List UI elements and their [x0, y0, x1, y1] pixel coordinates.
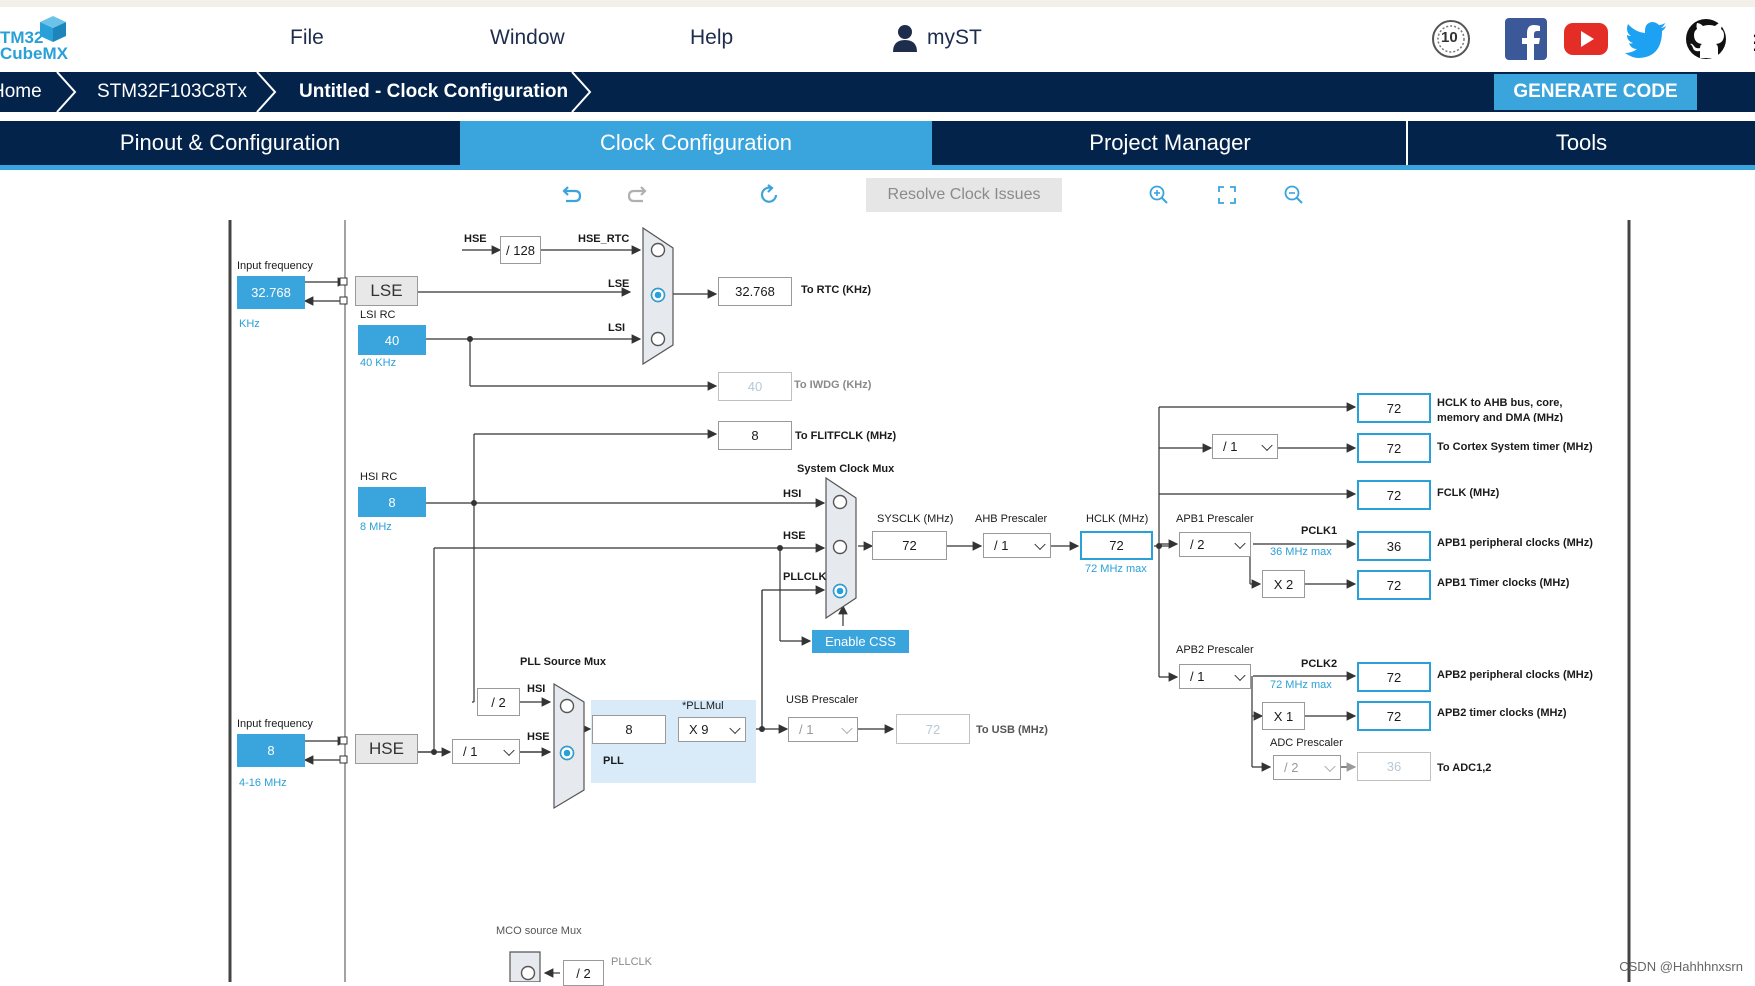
hse-input-label: Input frequency: [237, 718, 313, 730]
hclk-input[interactable]: 72: [1080, 531, 1153, 560]
lse-input-label: Input frequency: [237, 260, 313, 272]
hse-input-unit: 4-16 MHz: [239, 777, 287, 789]
flitf-output-label: To FLITFCLK (MHz): [795, 430, 897, 442]
pll-input-value: 8: [592, 715, 666, 744]
output-apb1-timer-label: APB1 Timer clocks (MHz): [1437, 577, 1570, 589]
rtc-output-label: To RTC (KHz): [801, 284, 872, 296]
mco-divider: / 2: [563, 960, 604, 986]
hsi-value: 8: [358, 487, 426, 517]
ahb-prescaler-select[interactable]: / 1: [983, 533, 1051, 558]
hsi-rc-label: HSI RC: [360, 471, 398, 483]
apb2-timer-multiplier: X 1: [1262, 702, 1305, 730]
output-apb2-timer-label: APB2 timer clocks (MHz): [1437, 707, 1567, 719]
pll-mux-hsi-label: HSI: [527, 683, 546, 695]
pclk2-max: 72 MHz max: [1270, 679, 1332, 691]
output-hclk-ahb-label: HCLK to AHB bus, core,: [1437, 397, 1563, 409]
output-hclk-ahb-label2: memory and DMA (MHz): [1437, 412, 1564, 422]
pll-mux-hse-label: HSE: [527, 731, 550, 743]
apb2-prescaler-value: / 1: [1190, 669, 1205, 684]
pll-source-mux-label: PLL Source Mux: [520, 656, 606, 668]
lsi-unit: 40 KHz: [360, 357, 397, 369]
sys-mux-hse-label: HSE: [783, 530, 806, 542]
apb1-prescaler-value: / 2: [1190, 537, 1205, 552]
output-cortex-timer-value[interactable]: 72: [1357, 433, 1431, 463]
sys-mux-pllclk-label: PLLCLK: [783, 571, 827, 583]
output-hclk-ahb-value[interactable]: 72: [1357, 393, 1431, 423]
adc-prescaler-value: / 2: [1284, 760, 1299, 775]
output-apb2-peripheral-label: APB2 peripheral clocks (MHz): [1437, 669, 1593, 681]
output-apb1-timer-value[interactable]: 72: [1357, 570, 1431, 600]
output-apb1-peripheral-value[interactable]: 36: [1357, 531, 1431, 561]
output-apb2-peripheral-value[interactable]: 72: [1357, 662, 1431, 692]
usb-prescaler-label: USB Prescaler: [786, 694, 859, 706]
enable-css-button[interactable]: Enable CSS: [812, 630, 909, 653]
watermark: CSDN @Hahhhnxsrn: [1619, 959, 1743, 974]
hclk-max: 72 MHz max: [1085, 563, 1147, 575]
pclk1-label: PCLK1: [1301, 525, 1338, 537]
ahb-prescaler-value: / 1: [994, 538, 1009, 553]
apb1-timer-multiplier: X 2: [1262, 570, 1305, 598]
hse-rtc-divider: / 128: [500, 236, 541, 264]
adc-output-label: To ADC1,2: [1437, 762, 1492, 774]
usb-value: 72: [896, 714, 970, 744]
sysclk-value: 72: [872, 531, 947, 560]
adc-prescaler-select[interactable]: / 2: [1273, 755, 1341, 780]
pllmul-label: *PLLMul: [682, 700, 724, 712]
hse-divider-select[interactable]: / 1: [452, 739, 520, 764]
rtc-lsi-label: LSI: [608, 322, 626, 334]
output-apb2-timer-value[interactable]: 72: [1357, 701, 1431, 731]
hse-block[interactable]: HSE: [355, 734, 418, 764]
sys-mux-hsi-label: HSI: [783, 488, 802, 500]
sysclk-label: SYSCLK (MHz): [877, 513, 954, 525]
mco-source-mux-label: MCO source Mux: [496, 925, 582, 937]
system-clock-mux-label: System Clock Mux: [797, 463, 895, 475]
cortex-timer-divider-select[interactable]: / 1: [1212, 434, 1278, 459]
lse-input-field[interactable]: 32.768: [237, 276, 305, 309]
usb-prescaler-value: / 1: [799, 722, 814, 737]
rtc-value: 32.768: [718, 277, 792, 306]
cortex-timer-divider-value: / 1: [1223, 439, 1238, 454]
lsi-rc-label: LSI RC: [360, 309, 396, 321]
adc-prescaler-label: ADC Prescaler: [1270, 737, 1343, 749]
pll-hsi-divider: / 2: [477, 688, 520, 716]
pllmul-select[interactable]: X 9: [678, 717, 746, 742]
apb1-prescaler-label: APB1 Prescaler: [1176, 513, 1254, 525]
mco-pllclk-label: PLLCLK: [611, 956, 652, 968]
hse-rtc-src-label: HSE: [464, 233, 487, 245]
hse-input-field[interactable]: 8: [237, 734, 305, 767]
adc-output-value: 36: [1357, 752, 1431, 781]
lsi-value: 40: [358, 325, 426, 355]
output-fclk-value[interactable]: 72: [1357, 480, 1431, 510]
apb2-prescaler-select[interactable]: / 1: [1179, 664, 1251, 689]
usb-output-label: To USB (MHz): [976, 724, 1048, 736]
output-apb1-peripheral-label: APB1 peripheral clocks (MHz): [1437, 537, 1593, 549]
pclk1-max: 36 MHz max: [1270, 546, 1332, 558]
lse-input-unit: KHz: [239, 318, 260, 330]
hsi-unit: 8 MHz: [360, 521, 392, 533]
pll-label: PLL: [603, 755, 624, 767]
usb-prescaler-select[interactable]: / 1: [788, 717, 858, 742]
rtc-lse-label: LSE: [608, 278, 630, 290]
iwdg-value: 40: [718, 372, 792, 401]
apb1-prescaler-select[interactable]: / 2: [1179, 532, 1251, 557]
ahb-prescaler-label: AHB Prescaler: [975, 513, 1048, 525]
lse-block[interactable]: LSE: [355, 276, 418, 306]
apb2-prescaler-label: APB2 Prescaler: [1176, 644, 1254, 656]
flitf-value: 8: [718, 421, 792, 450]
output-cortex-timer-label: To Cortex System timer (MHz): [1437, 441, 1593, 453]
hse-divider-value: / 1: [463, 744, 478, 759]
pllmul-value: X 9: [689, 722, 709, 737]
hse-rtc-label: HSE_RTC: [578, 233, 630, 245]
output-fclk-label: FCLK (MHz): [1437, 487, 1500, 499]
iwdg-output-label: To IWDG (KHz): [794, 379, 872, 391]
hclk-label: HCLK (MHz): [1086, 513, 1149, 525]
pclk2-label: PCLK2: [1301, 658, 1338, 670]
